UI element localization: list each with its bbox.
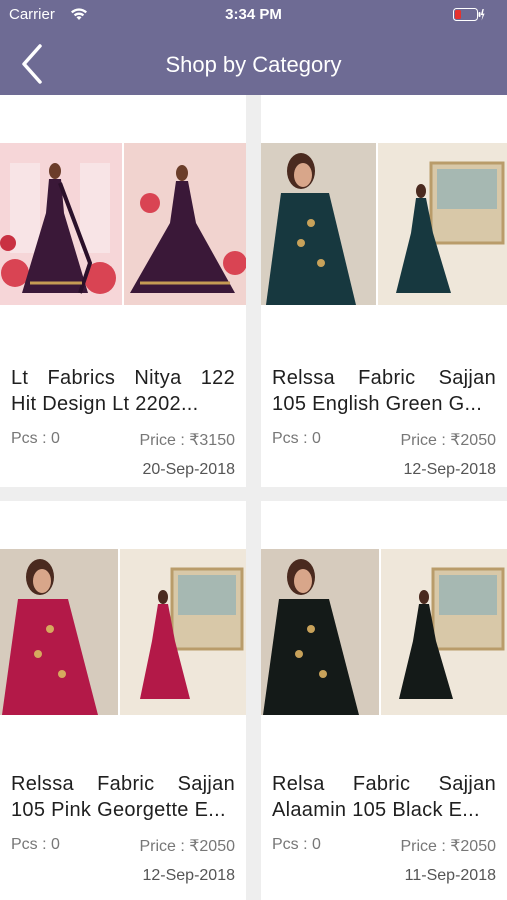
- pieces-count: Pcs : 0: [11, 430, 60, 447]
- navigation-bar: Shop by Category: [0, 30, 507, 95]
- product-date: 20-Sep-2018: [142, 461, 235, 478]
- product-price: Price : ₹2050: [139, 838, 235, 855]
- product-card[interactable]: Relssa Fabric Sajjan 105 Pink Georgette …: [0, 501, 246, 900]
- product-title-line: Relsa Fabric Sajjan: [272, 773, 496, 795]
- product-price: Price : ₹2050: [400, 838, 496, 855]
- product-date: 12-Sep-2018: [403, 461, 496, 478]
- dress-photo-icon[interactable]: [0, 143, 246, 305]
- product-title-line: 105 English Green G...: [272, 393, 483, 415]
- pieces-count: Pcs : 0: [272, 430, 321, 447]
- product-title-line: Hit Design Lt 2202...: [11, 393, 199, 415]
- clock-time: 3:34 PM: [225, 6, 282, 23]
- dress-photo-icon[interactable]: [0, 549, 246, 715]
- product-title: Relssa Fabric Sajjan 105 Pink Georgette …: [11, 771, 235, 823]
- pieces-count: Pcs : 0: [272, 836, 321, 853]
- product-card[interactable]: Lt Fabrics Nitya 122 Hit Design Lt 2202.…: [0, 95, 246, 487]
- battery-icon: [453, 8, 485, 22]
- product-card[interactable]: Relsa Fabric Sajjan Alaamin 105 Black E.…: [261, 501, 507, 900]
- product-grid: Lt Fabrics Nitya 122 Hit Design Lt 2202.…: [0, 95, 507, 900]
- product-title-line: 105 Pink Georgette E...: [11, 799, 226, 821]
- product-price: Price : ₹3150: [139, 432, 235, 449]
- product-title-line: Relssa Fabric Sajjan: [272, 367, 496, 389]
- app-screen: Carrier 3:34 PM Shop by Category Lt Fabr…: [0, 0, 507, 900]
- dress-photo-icon[interactable]: [261, 549, 507, 715]
- product-title: Lt Fabrics Nitya 122 Hit Design Lt 2202.…: [11, 365, 235, 417]
- pieces-count: Pcs : 0: [11, 836, 60, 853]
- dress-photo-icon[interactable]: [261, 143, 507, 305]
- product-title: Relsa Fabric Sajjan Alaamin 105 Black E.…: [272, 771, 496, 823]
- product-date: 11-Sep-2018: [404, 867, 496, 884]
- product-date: 12-Sep-2018: [142, 867, 235, 884]
- product-title-line: Alaamin 105 Black E...: [272, 799, 480, 821]
- product-title-line: Relssa Fabric Sajjan: [11, 773, 235, 795]
- product-title-line: Lt Fabrics Nitya 122: [11, 367, 235, 389]
- product-card[interactable]: Relssa Fabric Sajjan 105 English Green G…: [261, 95, 507, 487]
- top-bar: Carrier 3:34 PM Shop by Category: [0, 0, 507, 95]
- status-bar: Carrier 3:34 PM: [0, 0, 507, 30]
- page-title: Shop by Category: [165, 52, 342, 77]
- product-price: Price : ₹2050: [400, 432, 496, 449]
- product-title: Relssa Fabric Sajjan 105 English Green G…: [272, 365, 496, 417]
